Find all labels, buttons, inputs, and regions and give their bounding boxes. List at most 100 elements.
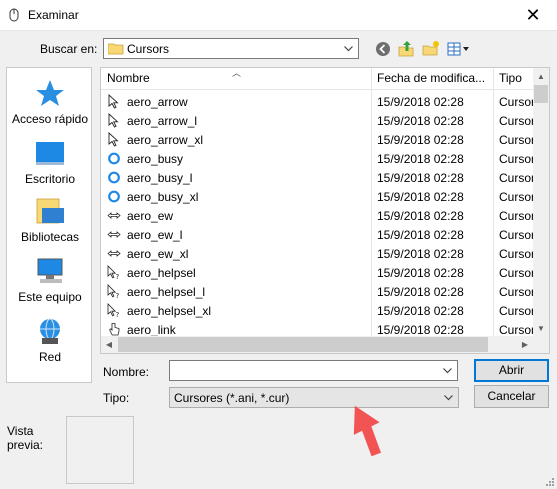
lookin-label: Buscar en: <box>40 42 98 56</box>
file-row[interactable]: aero_busy_xl 15/9/2018 02:28 Cursor <box>101 187 536 206</box>
close-button[interactable]: ✕ <box>514 2 552 28</box>
file-type: Cursor <box>499 285 536 299</box>
cursor-help-icon: ? <box>107 265 121 281</box>
file-type: Cursor <box>499 133 536 147</box>
file-type: Cursor <box>499 95 536 109</box>
scroll-down-icon[interactable]: ▼ <box>533 320 549 336</box>
column-header: ︿ Nombre Fecha de modifica... Tipo <box>101 68 533 90</box>
back-button[interactable] <box>372 38 394 60</box>
place-label: Bibliotecas <box>20 230 80 244</box>
app-icon <box>9 8 19 22</box>
cursor-help-icon: ? <box>107 303 121 319</box>
open-button[interactable]: Abrir <box>474 359 549 382</box>
cursor-busy-icon <box>107 189 121 204</box>
file-name: aero_ew <box>127 209 174 223</box>
file-row[interactable]: aero_arrow_l 15/9/2018 02:28 Cursor <box>101 111 536 130</box>
title-bar: Examinar ✕ <box>0 0 557 31</box>
file-name: aero_arrow <box>127 95 188 109</box>
svg-text:?: ? <box>116 273 120 280</box>
desktop-icon <box>36 142 64 165</box>
window-title: Examinar <box>28 8 79 22</box>
cursor-ew-icon <box>107 227 121 242</box>
scroll-up-icon[interactable]: ▲ <box>533 68 549 84</box>
cursor-busy-icon <box>107 151 121 166</box>
up-folder-button[interactable] <box>396 38 418 60</box>
file-row[interactable]: aero_ew 15/9/2018 02:28 Cursor <box>101 206 535 225</box>
star-icon <box>36 80 64 106</box>
lookin-dropdown[interactable]: Cursors <box>103 38 359 59</box>
file-name: aero_arrow_xl <box>127 133 204 147</box>
file-type: Cursor <box>499 304 536 318</box>
column-type[interactable]: Tipo <box>493 68 533 89</box>
cursor-arrow-icon <box>107 112 121 128</box>
file-row[interactable]: aero_arrow 15/9/2018 02:28 Cursor <box>101 92 536 111</box>
cursor-link-icon <box>107 322 121 337</box>
new-folder-button[interactable] <box>420 38 442 60</box>
file-name: aero_helpsel <box>127 266 196 280</box>
place-network[interactable]: Red <box>7 316 93 364</box>
filename-input[interactable] <box>169 360 458 381</box>
scroll-left-icon[interactable]: ◀ <box>101 336 117 353</box>
computer-icon <box>37 258 63 283</box>
file-date: 15/9/2018 02:28 <box>377 95 464 109</box>
file-list[interactable]: ︿ Nombre Fecha de modifica... Tipo aero_… <box>100 67 550 354</box>
file-row[interactable]: ? aero_helpsel_xl 15/9/2018 02:28 Cursor <box>101 301 536 320</box>
annotation-arrow-icon <box>353 405 381 457</box>
file-type: Cursor <box>499 247 536 261</box>
filename-label: Nombre: <box>103 365 150 379</box>
file-row[interactable]: aero_ew_l 15/9/2018 02:28 Cursor <box>101 225 535 244</box>
file-date: 15/9/2018 02:28 <box>377 209 464 223</box>
cursor-help-icon: ? <box>107 284 121 300</box>
file-row[interactable]: aero_ew_xl 15/9/2018 02:28 Cursor <box>101 244 536 263</box>
file-row[interactable]: aero_arrow_xl 15/9/2018 02:28 Cursor <box>101 130 536 149</box>
file-type: Cursor <box>499 114 536 128</box>
file-date: 15/9/2018 02:28 <box>377 152 464 166</box>
cancel-button[interactable]: Cancelar <box>474 385 549 408</box>
file-date: 15/9/2018 02:28 <box>377 285 464 299</box>
file-name: aero_arrow_l <box>127 114 198 128</box>
folder-icon <box>108 43 124 55</box>
place-label: Acceso rápido <box>11 112 89 126</box>
horizontal-scrollbar[interactable]: ◀ ▶ <box>101 336 533 353</box>
place-quick-access[interactable]: Acceso rápido <box>7 78 93 126</box>
place-this-pc[interactable]: Este equipo <box>7 256 93 304</box>
file-date: 15/9/2018 02:28 <box>377 133 464 147</box>
file-type: Cursor <box>499 323 536 337</box>
scroll-thumb[interactable] <box>534 85 548 103</box>
filetype-dropdown[interactable]: Cursores (*.ani, *.cur) <box>169 387 459 408</box>
file-date: 15/9/2018 02:28 <box>377 171 464 185</box>
file-row[interactable]: ? aero_helpsel 15/9/2018 02:28 Cursor <box>101 263 536 282</box>
column-name[interactable]: Nombre <box>101 68 371 89</box>
file-type: Cursor <box>499 171 536 185</box>
chevron-down-icon[interactable] <box>440 388 456 407</box>
file-row[interactable]: aero_busy 15/9/2018 02:28 Cursor <box>101 149 536 168</box>
place-desktop[interactable]: Escritorio <box>7 138 93 186</box>
file-row[interactable]: aero_busy_l 15/9/2018 02:28 Cursor <box>101 168 536 187</box>
chevron-down-icon[interactable] <box>340 39 356 58</box>
column-date[interactable]: Fecha de modifica... <box>371 68 493 89</box>
resize-grip-icon[interactable] <box>544 476 555 487</box>
place-libraries[interactable]: Bibliotecas <box>7 196 93 244</box>
lookin-value: Cursors <box>127 42 170 56</box>
places-bar: Acceso rápido Escritorio Bibliotecas Est… <box>6 67 92 383</box>
cursor-arrow-icon <box>107 93 121 109</box>
back-icon <box>376 42 390 56</box>
libraries-icon <box>36 198 64 224</box>
scroll-corner <box>533 336 549 353</box>
filetype-value: Cursores (*.ani, *.cur) <box>174 391 290 405</box>
new-folder-icon <box>422 41 439 56</box>
file-row[interactable]: ? aero_helpsel_l 15/9/2018 02:28 Cursor <box>101 282 536 301</box>
place-label: Escritorio <box>24 172 75 186</box>
file-date: 15/9/2018 02:28 <box>377 247 464 261</box>
file-type: Cursor <box>499 190 536 204</box>
scroll-thumb[interactable] <box>118 337 488 352</box>
file-type: Cursor <box>499 152 536 166</box>
scroll-right-icon[interactable]: ▶ <box>517 336 533 353</box>
file-type: Cursor <box>499 266 536 280</box>
file-date: 15/9/2018 02:28 <box>377 190 464 204</box>
chevron-down-icon[interactable] <box>439 361 455 380</box>
file-name: aero_ew_xl <box>127 247 189 261</box>
vertical-scrollbar[interactable]: ▲ ▼ <box>533 68 549 336</box>
view-menu-button[interactable] <box>446 38 472 60</box>
up-folder-icon <box>398 41 414 57</box>
